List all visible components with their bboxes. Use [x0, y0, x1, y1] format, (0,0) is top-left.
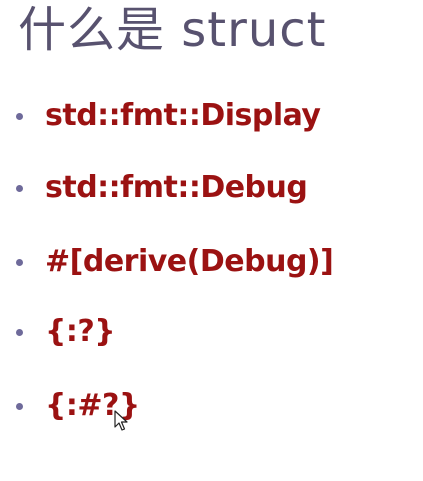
- slide: 什么是 struct std::fmt::Display std::fmt::D…: [0, 0, 423, 481]
- bullet-text: std::fmt::Debug: [45, 170, 308, 205]
- bullet-text: std::fmt::Display: [45, 98, 321, 133]
- bullet-dot-icon: [16, 184, 23, 192]
- bullet-dot-icon: [16, 328, 23, 336]
- bullet-item-debug-format: {:?}: [16, 310, 116, 354]
- bullet-item-debug: std::fmt::Debug: [16, 166, 308, 210]
- bullet-text: #[derive(Debug)]: [45, 244, 334, 279]
- mouse-pointer-icon: [114, 410, 128, 431]
- bullet-item-derive-debug: #[derive(Debug)]: [16, 240, 334, 284]
- bullet-dot-icon: [16, 402, 23, 410]
- bullet-list: std::fmt::Display std::fmt::Debug #[deri…: [0, 0, 423, 481]
- bullet-dot-icon: [16, 112, 23, 120]
- bullet-text: {:?}: [45, 314, 116, 349]
- bullet-dot-icon: [16, 258, 23, 266]
- bullet-item-display: std::fmt::Display: [16, 94, 321, 138]
